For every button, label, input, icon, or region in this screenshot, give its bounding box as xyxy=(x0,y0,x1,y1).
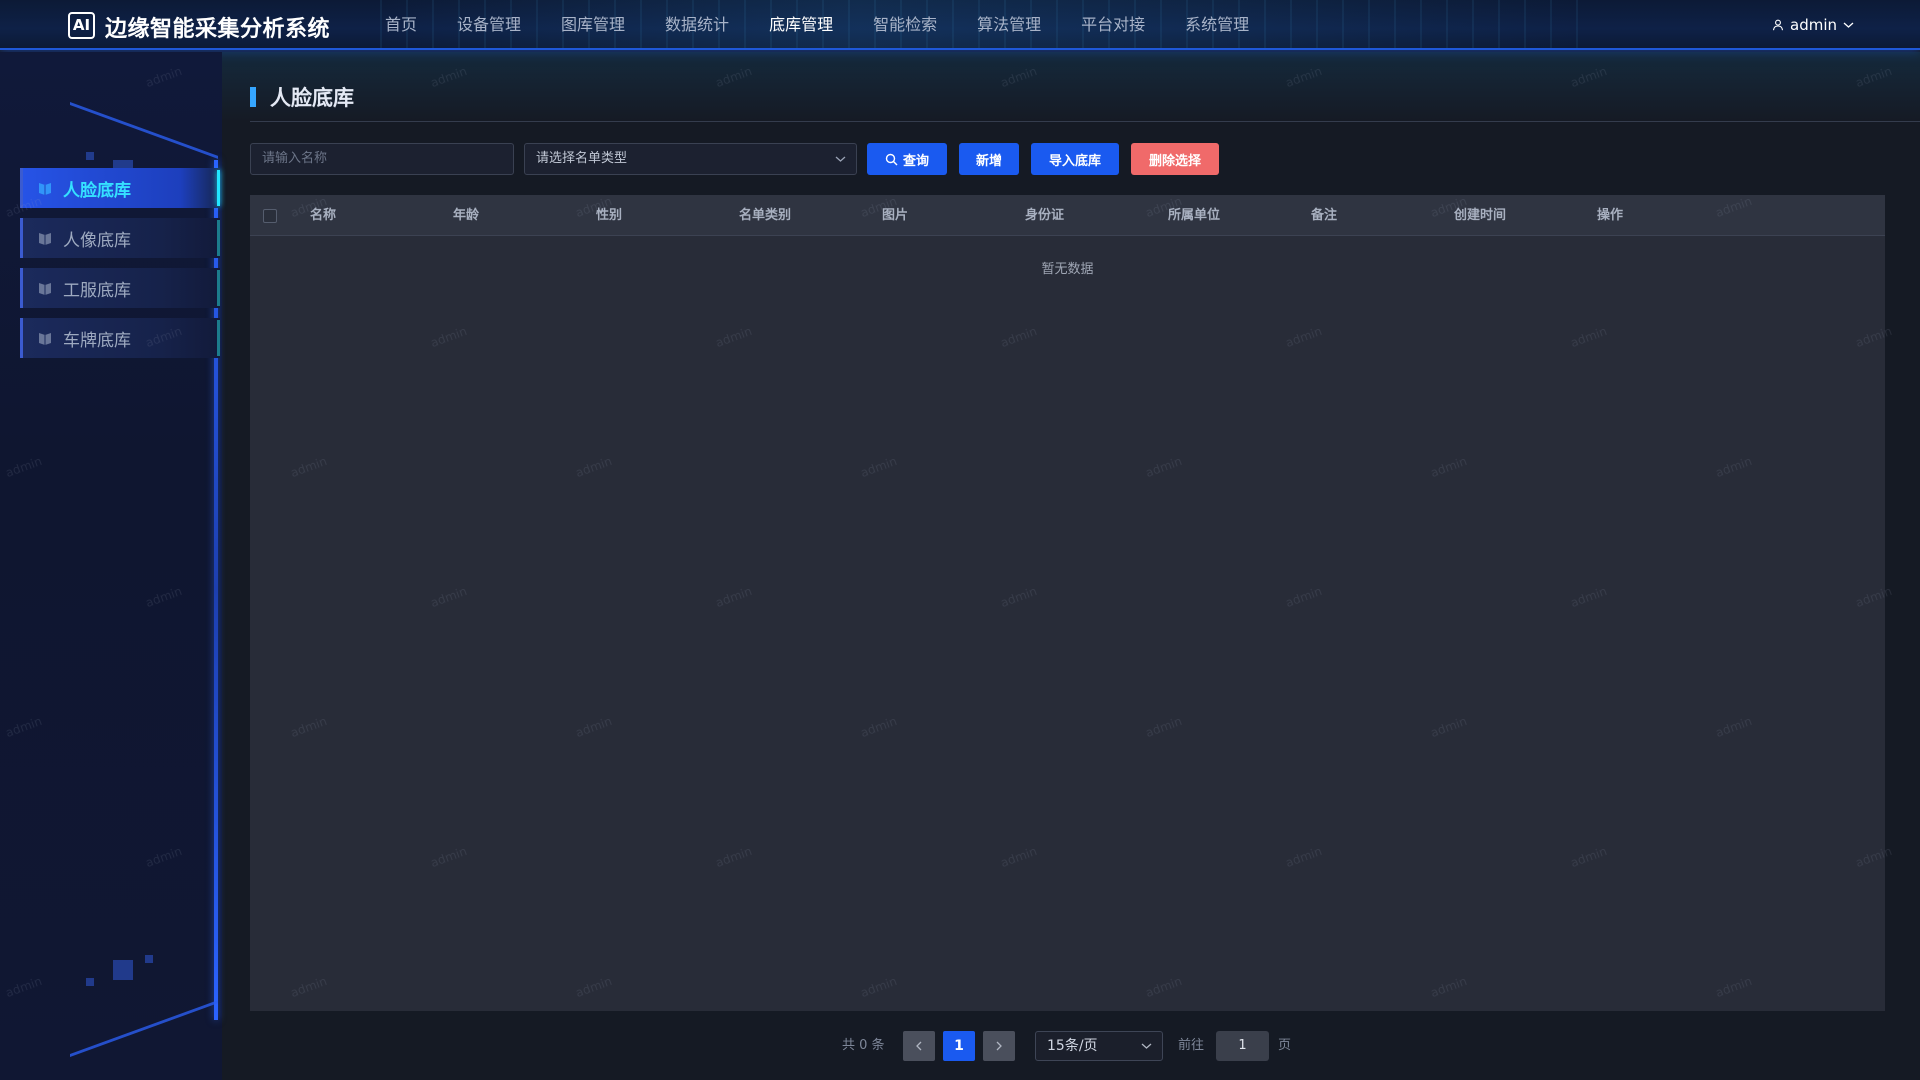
decor-square xyxy=(86,152,94,160)
column-header-image: 图片 xyxy=(882,208,909,223)
page-size-value: 15条/页 xyxy=(1047,1038,1098,1054)
sidebar-item-face-library[interactable]: 人脸底库 xyxy=(20,168,220,208)
next-page-button[interactable] xyxy=(983,1031,1015,1061)
sidebar-item-indicator xyxy=(217,220,220,256)
sidebar-item-uniform-library[interactable]: 工服底库 xyxy=(20,268,220,308)
query-button-label: 查询 xyxy=(902,153,929,169)
nav-item-system[interactable]: 系统管理 xyxy=(1165,0,1269,48)
page-suffix-label: 页 xyxy=(1278,1038,1292,1053)
nav-item-search[interactable]: 智能检索 xyxy=(853,0,957,48)
library-icon xyxy=(39,233,51,245)
list-type-select[interactable]: 请选择名单类型 xyxy=(524,143,857,175)
page-number-button[interactable]: 1 xyxy=(943,1031,975,1061)
data-table: 名称 年龄 性别 名单类别 图片 身份证 所属单位 备注 创建时间 操作 暂无数… xyxy=(250,195,1885,1011)
select-all-checkbox[interactable] xyxy=(263,209,277,223)
nav-item-library[interactable]: 底库管理 xyxy=(749,0,853,48)
nav-item-platform[interactable]: 平台对接 xyxy=(1061,0,1165,48)
user-name: admin xyxy=(1790,16,1837,34)
sidebar-item-indicator xyxy=(217,170,220,206)
chevron-down-icon xyxy=(1843,21,1854,29)
chevron-left-icon xyxy=(916,1041,922,1051)
nav-item-gallery[interactable]: 图库管理 xyxy=(541,0,645,48)
library-icon xyxy=(39,283,51,295)
nav-item-algorithm[interactable]: 算法管理 xyxy=(957,0,1061,48)
sidebar-item-portrait-library[interactable]: 人像底库 xyxy=(20,218,220,258)
column-header-list-type: 名单类别 xyxy=(739,208,792,223)
column-header-unit: 所属单位 xyxy=(1168,208,1221,223)
sidebar-decoration-bottom xyxy=(70,933,218,1057)
library-icon xyxy=(39,333,51,345)
table-header: 名称 年龄 性别 名单类别 图片 身份证 所属单位 备注 创建时间 操作 xyxy=(250,195,1885,236)
sidebar-item-label: 车牌底库 xyxy=(63,330,131,351)
chevron-right-icon xyxy=(996,1041,1002,1051)
user-menu[interactable]: admin xyxy=(1772,16,1854,34)
column-header-name: 名称 xyxy=(310,208,337,223)
nav-item-home[interactable]: 首页 xyxy=(365,0,437,48)
app-title: 边缘智能采集分析系统 xyxy=(105,17,331,42)
list-type-select-value: 请选择名单类型 xyxy=(536,151,628,166)
column-header-id-card: 身份证 xyxy=(1025,208,1065,223)
empty-state-text: 暂无数据 xyxy=(1041,262,1094,277)
page-title: 人脸底库 xyxy=(270,86,354,110)
decor-square xyxy=(145,955,153,963)
library-icon xyxy=(39,183,51,195)
decor-square xyxy=(86,978,94,986)
sidebar-item-plate-library[interactable]: 车牌底库 xyxy=(20,318,220,358)
column-header-created-time: 创建时间 xyxy=(1454,208,1507,223)
goto-label: 前往 xyxy=(1178,1038,1205,1053)
sidebar-item-indicator xyxy=(217,270,220,306)
user-icon xyxy=(1772,19,1784,31)
sidebar-item-indicator xyxy=(217,320,220,356)
prev-page-button[interactable] xyxy=(903,1031,935,1061)
nav-item-statistics[interactable]: 数据统计 xyxy=(645,0,749,48)
column-header-gender: 性别 xyxy=(596,208,623,223)
sidebar-item-label: 人像底库 xyxy=(63,230,131,251)
nav-item-device[interactable]: 设备管理 xyxy=(437,0,541,48)
page-size-select[interactable]: 15条/页 xyxy=(1035,1031,1163,1061)
main-nav: 首页 设备管理 图库管理 数据统计 底库管理 智能检索 算法管理 平台对接 系统… xyxy=(365,0,1269,48)
chevron-down-icon xyxy=(835,156,846,162)
pagination-total: 共 0 条 xyxy=(842,1038,885,1053)
column-header-remark: 备注 xyxy=(1311,208,1338,223)
sidebar-item-label: 人脸底库 xyxy=(63,180,131,201)
column-header-actions: 操作 xyxy=(1597,208,1624,223)
app-logo: AI xyxy=(68,12,95,39)
delete-selected-button[interactable]: 删除选择 xyxy=(1131,143,1219,175)
query-button[interactable]: 查询 xyxy=(867,143,947,175)
chevron-down-icon xyxy=(1141,1043,1152,1049)
add-button[interactable]: 新增 xyxy=(959,143,1019,175)
sidebar-item-label: 工服底库 xyxy=(63,280,131,301)
title-divider xyxy=(250,121,1920,122)
sidebar-menu: 人脸底库 人像底库 工服底库 车牌底库 xyxy=(20,168,220,368)
column-header-age: 年龄 xyxy=(453,208,480,223)
import-library-button[interactable]: 导入底库 xyxy=(1031,143,1119,175)
title-accent-bar xyxy=(250,87,256,107)
name-search-input[interactable]: 请输入名称 xyxy=(250,143,514,175)
decor-square xyxy=(113,960,133,980)
goto-page-input[interactable]: 1 xyxy=(1216,1031,1269,1061)
search-icon xyxy=(885,153,898,165)
top-header: AI 边缘智能采集分析系统 首页 设备管理 图库管理 数据统计 底库管理 智能检… xyxy=(0,0,1920,50)
